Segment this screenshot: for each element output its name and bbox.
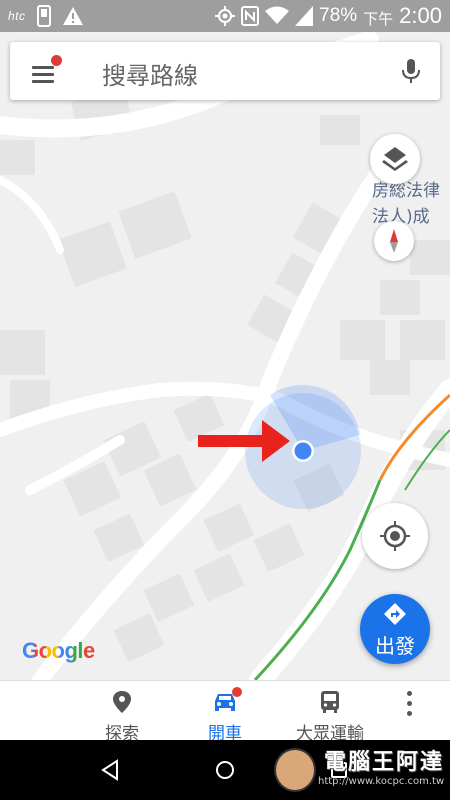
time-prefix: 下午 (363, 9, 394, 28)
warning-icon (62, 7, 83, 25)
annotation-arrow (198, 420, 290, 462)
system-navigation-bar: 電腦王阿達 http://www.kocpc.com.tw (0, 740, 450, 800)
map-canvas (0, 32, 450, 680)
layers-button[interactable] (370, 134, 420, 184)
wifi-icon (265, 6, 290, 24)
notification-dot (51, 55, 62, 66)
menu-button[interactable] (28, 55, 62, 88)
tab-explore[interactable]: 探索 (90, 681, 154, 744)
home-icon[interactable] (214, 759, 236, 781)
clock-time: 2:00 (399, 3, 442, 28)
nfc-icon (241, 6, 260, 26)
watermark: 電腦王阿達 http://www.kocpc.com.tw (268, 740, 448, 800)
crosshair-icon (380, 521, 410, 551)
watermark-url: http://www.kocpc.com.tw (318, 776, 445, 787)
battery-percent: 78% (319, 5, 358, 26)
search-bar[interactable]: 搜尋路線 (10, 42, 440, 100)
location-marker (292, 440, 314, 462)
status-bar: htc 78% 下午 2:00 (0, 0, 450, 32)
map-view[interactable] (0, 32, 450, 680)
my-location-button[interactable] (362, 503, 428, 569)
gps-icon (215, 6, 236, 26)
notification-dot (232, 687, 242, 697)
directions-icon (384, 603, 406, 625)
bus-icon (321, 691, 339, 713)
explore-pin-icon (113, 691, 131, 713)
tab-drive[interactable]: 開車 (190, 681, 260, 744)
compass-button[interactable] (374, 221, 414, 261)
compass-icon (390, 229, 398, 253)
phone-icon (36, 5, 51, 27)
voice-search-button[interactable] (396, 56, 426, 86)
signal-icon (295, 6, 314, 26)
bottom-navigation: 探索 開車 大眾運輸 (0, 680, 450, 744)
go-button-label: 出發 (375, 634, 415, 658)
google-logo: Google (22, 638, 95, 664)
google-logo-text: Google (22, 638, 95, 663)
carrier-label: htc (8, 9, 26, 23)
search-input[interactable]: 搜尋路線 (102, 56, 198, 91)
tab-transit[interactable]: 大眾運輸 (280, 681, 380, 744)
layers-icon (382, 147, 408, 171)
back-icon[interactable] (99, 759, 121, 781)
watermark-title: 電腦王阿達 (324, 750, 445, 775)
microphone-icon (402, 59, 420, 83)
more-options-button[interactable] (396, 689, 422, 729)
go-button[interactable]: 出發 (360, 594, 430, 664)
mascot-face-icon (274, 748, 316, 792)
